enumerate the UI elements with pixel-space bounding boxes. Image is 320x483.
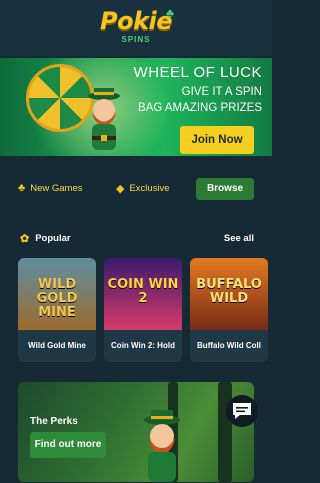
banner-line-2: BAG AMAZING PRIZES [138,102,262,114]
clover-icon: ♣ [166,6,174,20]
popular-label: Popular [35,233,71,244]
tree-trunk [218,382,232,482]
game-name: Buffalo Wild Coll [190,330,268,362]
game-card[interactable]: WILD GOLD MINE Wild Gold Mine [18,258,96,362]
game-name: Wild Gold Mine [18,330,96,362]
filter-exclusive[interactable]: ◆ Exclusive [116,182,170,195]
perks-banner[interactable]: The Perks Find out more [18,382,254,482]
game-card[interactable]: COIN WIN 2 Coin Win 2: Hold [104,258,182,362]
logo-text: Pokie [100,7,173,35]
chat-icon [233,403,251,419]
game-name: Coin Win 2: Hold [104,330,182,362]
leprechaun-image [88,88,120,150]
perks-title: The Perks [30,416,78,427]
medal-icon: ✿ [20,233,30,245]
banner-title: WHEEL OF LUCK [133,64,262,81]
find-out-more-button[interactable]: Find out more [30,432,106,458]
game-art-title: BUFFALO WILD [196,277,262,306]
browse-button[interactable]: Browse [196,178,254,200]
banner-subtitle: GIVE IT A SPIN BAG AMAZING PRIZES [138,84,262,116]
filter-exclusive-label: Exclusive [129,183,170,194]
game-art-title: WILD GOLD MINE [36,277,78,320]
gem-icon: ◆ [116,183,125,195]
join-now-button[interactable]: Join Now [180,126,254,154]
clover-icon: ♣ [18,182,26,194]
filter-row: ♣ New Games ◆ Exclusive Browse [0,178,272,202]
game-art-title: COIN WIN 2 [107,277,179,306]
chat-button[interactable] [226,395,258,427]
logo-subtext: SPINS [121,35,151,44]
pokie-spins-logo[interactable]: Pokie SPINS ♣ [100,6,174,50]
popular-games-carousel[interactable]: WILD GOLD MINE Wild Gold Mine COIN WIN 2… [0,258,272,362]
popular-header: ✿ Popular See all [0,232,272,246]
filter-new-games[interactable]: ♣ New Games [18,182,82,194]
leprechaun-image [144,410,180,482]
popular-title: ✿ Popular [20,232,71,245]
app-header: Pokie SPINS ♣ [0,0,272,56]
game-card[interactable]: BUFFALO WILD Buffalo Wild Coll [190,258,268,362]
filter-new-games-label: New Games [30,182,83,194]
banner-line-1: GIVE IT A SPIN [181,86,262,98]
see-all-link[interactable]: See all [224,233,254,244]
